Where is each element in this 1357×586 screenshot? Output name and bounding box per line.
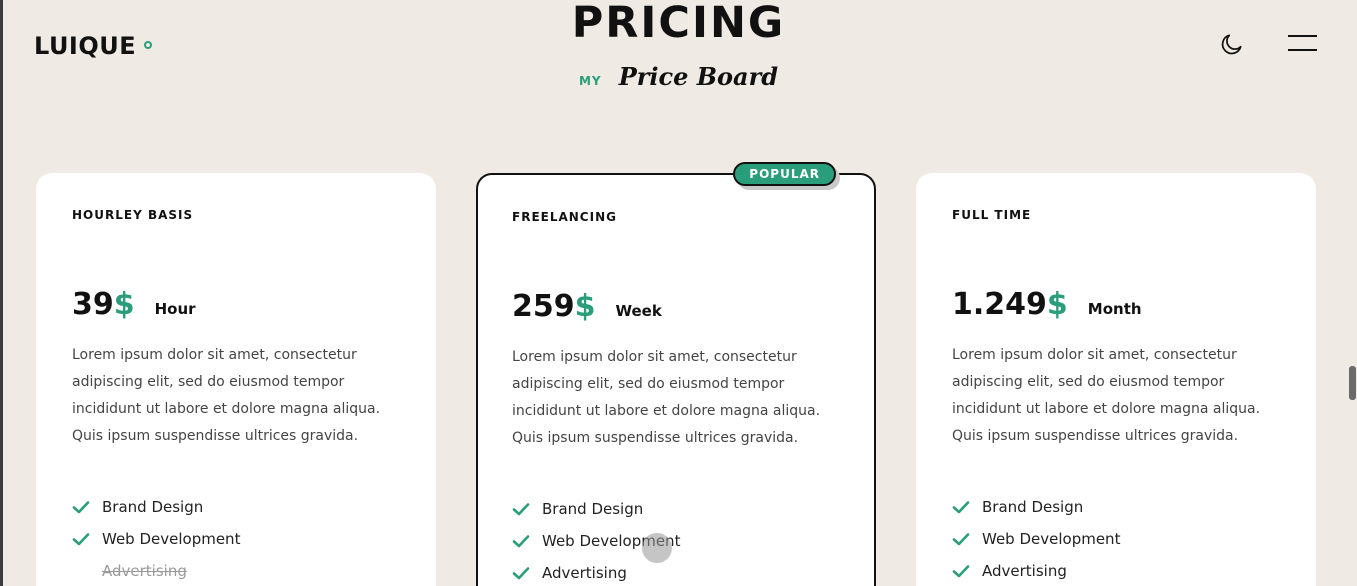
check-icon: [512, 503, 530, 516]
check-icon: [512, 535, 530, 548]
check-icon: [512, 567, 530, 580]
plan-name: HOURLEY BASIS: [72, 208, 194, 222]
menu-button[interactable]: [1288, 35, 1318, 53]
feature-label: Advertising: [542, 564, 627, 582]
page-title: PRICING: [571, 0, 786, 48]
plan-description: Lorem ipsum dolor sit amet, consectetur …: [952, 347, 1261, 444]
plan-description: Lorem ipsum dolor sit amet, consectetur …: [512, 349, 821, 446]
feature-label: Web Development: [982, 530, 1121, 548]
feature-item: Brand Design: [72, 491, 240, 523]
hamburger-icon-line: [1288, 35, 1317, 37]
feature-label: Brand Design: [982, 498, 1084, 516]
moon-icon: [1221, 34, 1242, 55]
feature-item: Web Development: [952, 523, 1120, 555]
subtitle-script: Price Board: [618, 62, 779, 91]
price-period: Week: [615, 302, 662, 320]
popular-badge: POPULAR: [733, 162, 836, 186]
pricing-card-hourly: HOURLEY BASIS 39 $ Hour Lorem ipsum dolor…: [36, 173, 436, 586]
scrollbar-thumb[interactable]: [1349, 366, 1356, 400]
feature-list: Brand Design Web Development Advertising: [952, 491, 1120, 586]
theme-toggle-button[interactable]: [1219, 31, 1245, 57]
scrollbar-track[interactable]: [1348, 0, 1357, 586]
hamburger-icon-line: [1288, 49, 1317, 51]
check-icon: [952, 501, 970, 514]
feature-label: Brand Design: [542, 500, 644, 518]
check-icon: [952, 565, 970, 578]
price-period: Month: [1087, 300, 1142, 318]
cursor-indicator: [642, 533, 672, 563]
feature-item: Brand Design: [952, 491, 1120, 523]
check-icon: [72, 501, 90, 514]
plan-description: Lorem ipsum dolor sit amet, consectetur …: [72, 347, 381, 444]
price-amount: 39: [72, 287, 114, 322]
check-icon: [952, 533, 970, 546]
plan-price: 1.249 $ Month: [952, 287, 1142, 322]
feature-label: Brand Design: [102, 498, 204, 516]
feature-item-excluded: Advertising: [72, 555, 240, 586]
feature-label: Advertising: [982, 562, 1067, 580]
price-amount: 259: [512, 289, 575, 324]
plan-price: 259 $ Week: [512, 289, 662, 324]
price-period: Hour: [154, 300, 196, 318]
currency-symbol: $: [574, 289, 596, 324]
plan-price: 39 $ Hour: [72, 287, 196, 322]
feature-item: Brand Design: [512, 493, 680, 525]
page-subtitle: MY Price Board: [0, 62, 1357, 91]
pricing-card-freelancing: POPULAR FREELANCING 259 $ Week Lorem ipsu…: [476, 162, 876, 586]
pricing-card-fulltime: FULL TIME 1.249 $ Month Lorem ipsum dolor…: [916, 173, 1316, 586]
price-amount: 1.249: [952, 287, 1047, 322]
feature-list: Brand Design Web Development Advertising: [72, 491, 240, 586]
feature-label: Advertising: [102, 562, 187, 580]
currency-symbol: $: [1046, 287, 1068, 322]
subtitle-prefix: MY: [578, 74, 602, 88]
feature-item: Web Development: [72, 523, 240, 555]
plan-name: FULL TIME: [952, 208, 1032, 222]
plan-name: FREELANCING: [512, 210, 617, 224]
feature-label: Web Development: [102, 530, 241, 548]
currency-symbol: $: [113, 287, 135, 322]
feature-item: Advertising: [952, 555, 1120, 586]
check-icon: [72, 533, 90, 546]
